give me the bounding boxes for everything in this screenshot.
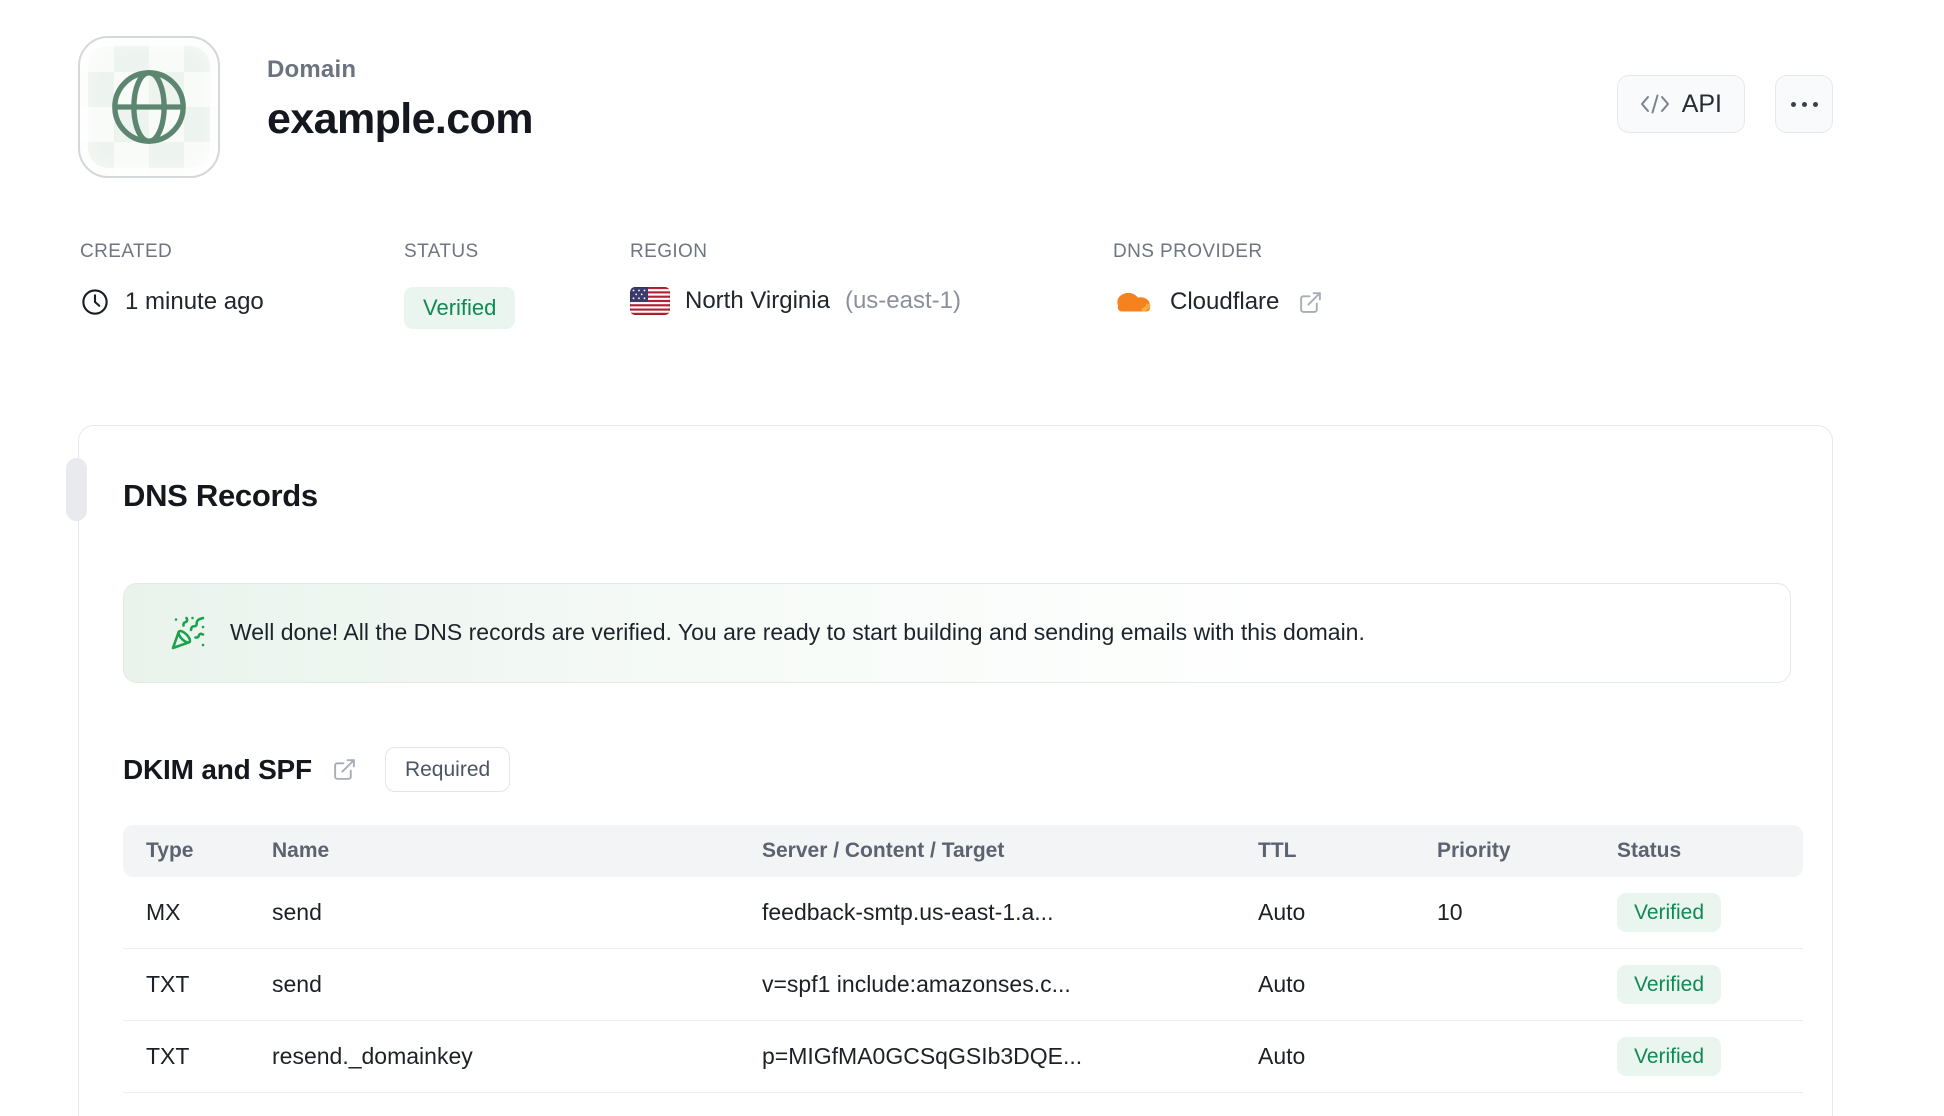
verified-badge: Verified bbox=[1617, 1037, 1722, 1076]
cell-status: Verified bbox=[1617, 965, 1780, 1004]
table-header-row: Type Name Server / Content / Target TTL … bbox=[123, 825, 1803, 877]
us-flag-icon bbox=[630, 287, 670, 315]
meta-dns-provider: DNS PROVIDER Cloudflare bbox=[1113, 242, 1323, 317]
clock-icon bbox=[80, 287, 110, 317]
success-banner-text: Well done! All the DNS records are verif… bbox=[230, 619, 1365, 646]
api-button[interactable]: API bbox=[1616, 75, 1745, 133]
cell-name: send bbox=[272, 899, 322, 925]
section-scroll-indicator bbox=[66, 458, 87, 521]
external-link-icon[interactable] bbox=[332, 757, 357, 782]
success-banner: Well done! All the DNS records are verif… bbox=[123, 583, 1791, 683]
dkim-spf-title: DKIM and SPF bbox=[123, 753, 312, 785]
table-row[interactable]: TXT resend._domainkey p=MIGfMA0GCSqGSIb3… bbox=[123, 1021, 1803, 1093]
created-label: CREATED bbox=[80, 241, 173, 262]
col-header-ttl: TTL bbox=[1258, 839, 1297, 862]
cell-name: resend._domainkey bbox=[272, 1043, 473, 1069]
cell-content: p=MIGfMA0GCSqGSIb3DQE... bbox=[762, 1043, 1083, 1069]
more-options-button[interactable] bbox=[1775, 75, 1833, 133]
cell-content: feedback-smtp.us-east-1.a... bbox=[762, 899, 1054, 925]
cloudflare-icon bbox=[1113, 287, 1155, 317]
header-actions: API bbox=[1616, 36, 1833, 133]
domain-avatar bbox=[78, 36, 220, 178]
verified-badge: Verified bbox=[1617, 893, 1722, 932]
api-button-label: API bbox=[1681, 89, 1722, 118]
cell-content: v=spf1 include:amazonses.c... bbox=[762, 971, 1071, 997]
external-link-icon[interactable] bbox=[1298, 290, 1323, 315]
cell-name: send bbox=[272, 971, 322, 997]
table-row[interactable]: MX send feedback-smtp.us-east-1.a... Aut… bbox=[123, 877, 1803, 949]
status-badge: Verified bbox=[404, 287, 516, 329]
col-header-priority: Priority bbox=[1437, 839, 1511, 862]
verified-badge: Verified bbox=[1617, 965, 1722, 1004]
header-text: Domain example.com bbox=[267, 36, 533, 141]
ellipsis-icon bbox=[1790, 101, 1818, 107]
meta-created: CREATED 1 minute ago bbox=[80, 242, 264, 317]
domain-detail-page: Domain example.com API CREATED 1 minute … bbox=[0, 0, 1944, 1116]
meta-region: REGION North Virginia (us-east-1) bbox=[630, 242, 961, 315]
dns-provider-value: Cloudflare bbox=[1170, 288, 1280, 315]
cell-status: Verified bbox=[1617, 1037, 1780, 1076]
cell-type: TXT bbox=[146, 1043, 190, 1069]
dns-records-title: DNS Records bbox=[123, 478, 318, 513]
page-header: Domain example.com API bbox=[78, 36, 1833, 178]
globe-icon bbox=[108, 66, 190, 148]
region-code: (us-east-1) bbox=[844, 287, 961, 314]
table-row[interactable]: TXT send v=spf1 include:amazonses.c... A… bbox=[123, 949, 1803, 1021]
required-badge: Required bbox=[384, 747, 511, 792]
page-title: example.com bbox=[267, 95, 533, 143]
col-header-content: Server / Content / Target bbox=[762, 839, 1005, 862]
col-header-status: Status bbox=[1617, 839, 1682, 862]
created-value: 1 minute ago bbox=[125, 288, 264, 315]
col-header-name: Name bbox=[272, 839, 330, 862]
region-label: REGION bbox=[630, 241, 708, 262]
cell-priority: 10 bbox=[1437, 899, 1463, 925]
meta-status: STATUS Verified bbox=[404, 241, 516, 329]
code-icon bbox=[1640, 94, 1670, 114]
page-eyebrow: Domain bbox=[267, 56, 357, 83]
cell-ttl: Auto bbox=[1258, 971, 1306, 997]
cell-ttl: Auto bbox=[1258, 1043, 1306, 1069]
dkim-spf-header: DKIM and SPF Required bbox=[123, 747, 1802, 792]
party-popper-icon bbox=[170, 615, 206, 651]
status-label: STATUS bbox=[404, 241, 479, 262]
cell-type: MX bbox=[146, 899, 181, 925]
region-name: North Virginia bbox=[685, 287, 830, 314]
cell-status: Verified bbox=[1617, 893, 1780, 932]
dns-records-card: DNS Records Well done! All the DNS recor… bbox=[78, 425, 1833, 1116]
dns-records-table: Type Name Server / Content / Target TTL … bbox=[123, 825, 1803, 1093]
cell-type: TXT bbox=[146, 971, 190, 997]
dns-provider-label: DNS PROVIDER bbox=[1113, 241, 1263, 262]
col-header-type: Type bbox=[146, 839, 194, 862]
cell-ttl: Auto bbox=[1258, 899, 1306, 925]
